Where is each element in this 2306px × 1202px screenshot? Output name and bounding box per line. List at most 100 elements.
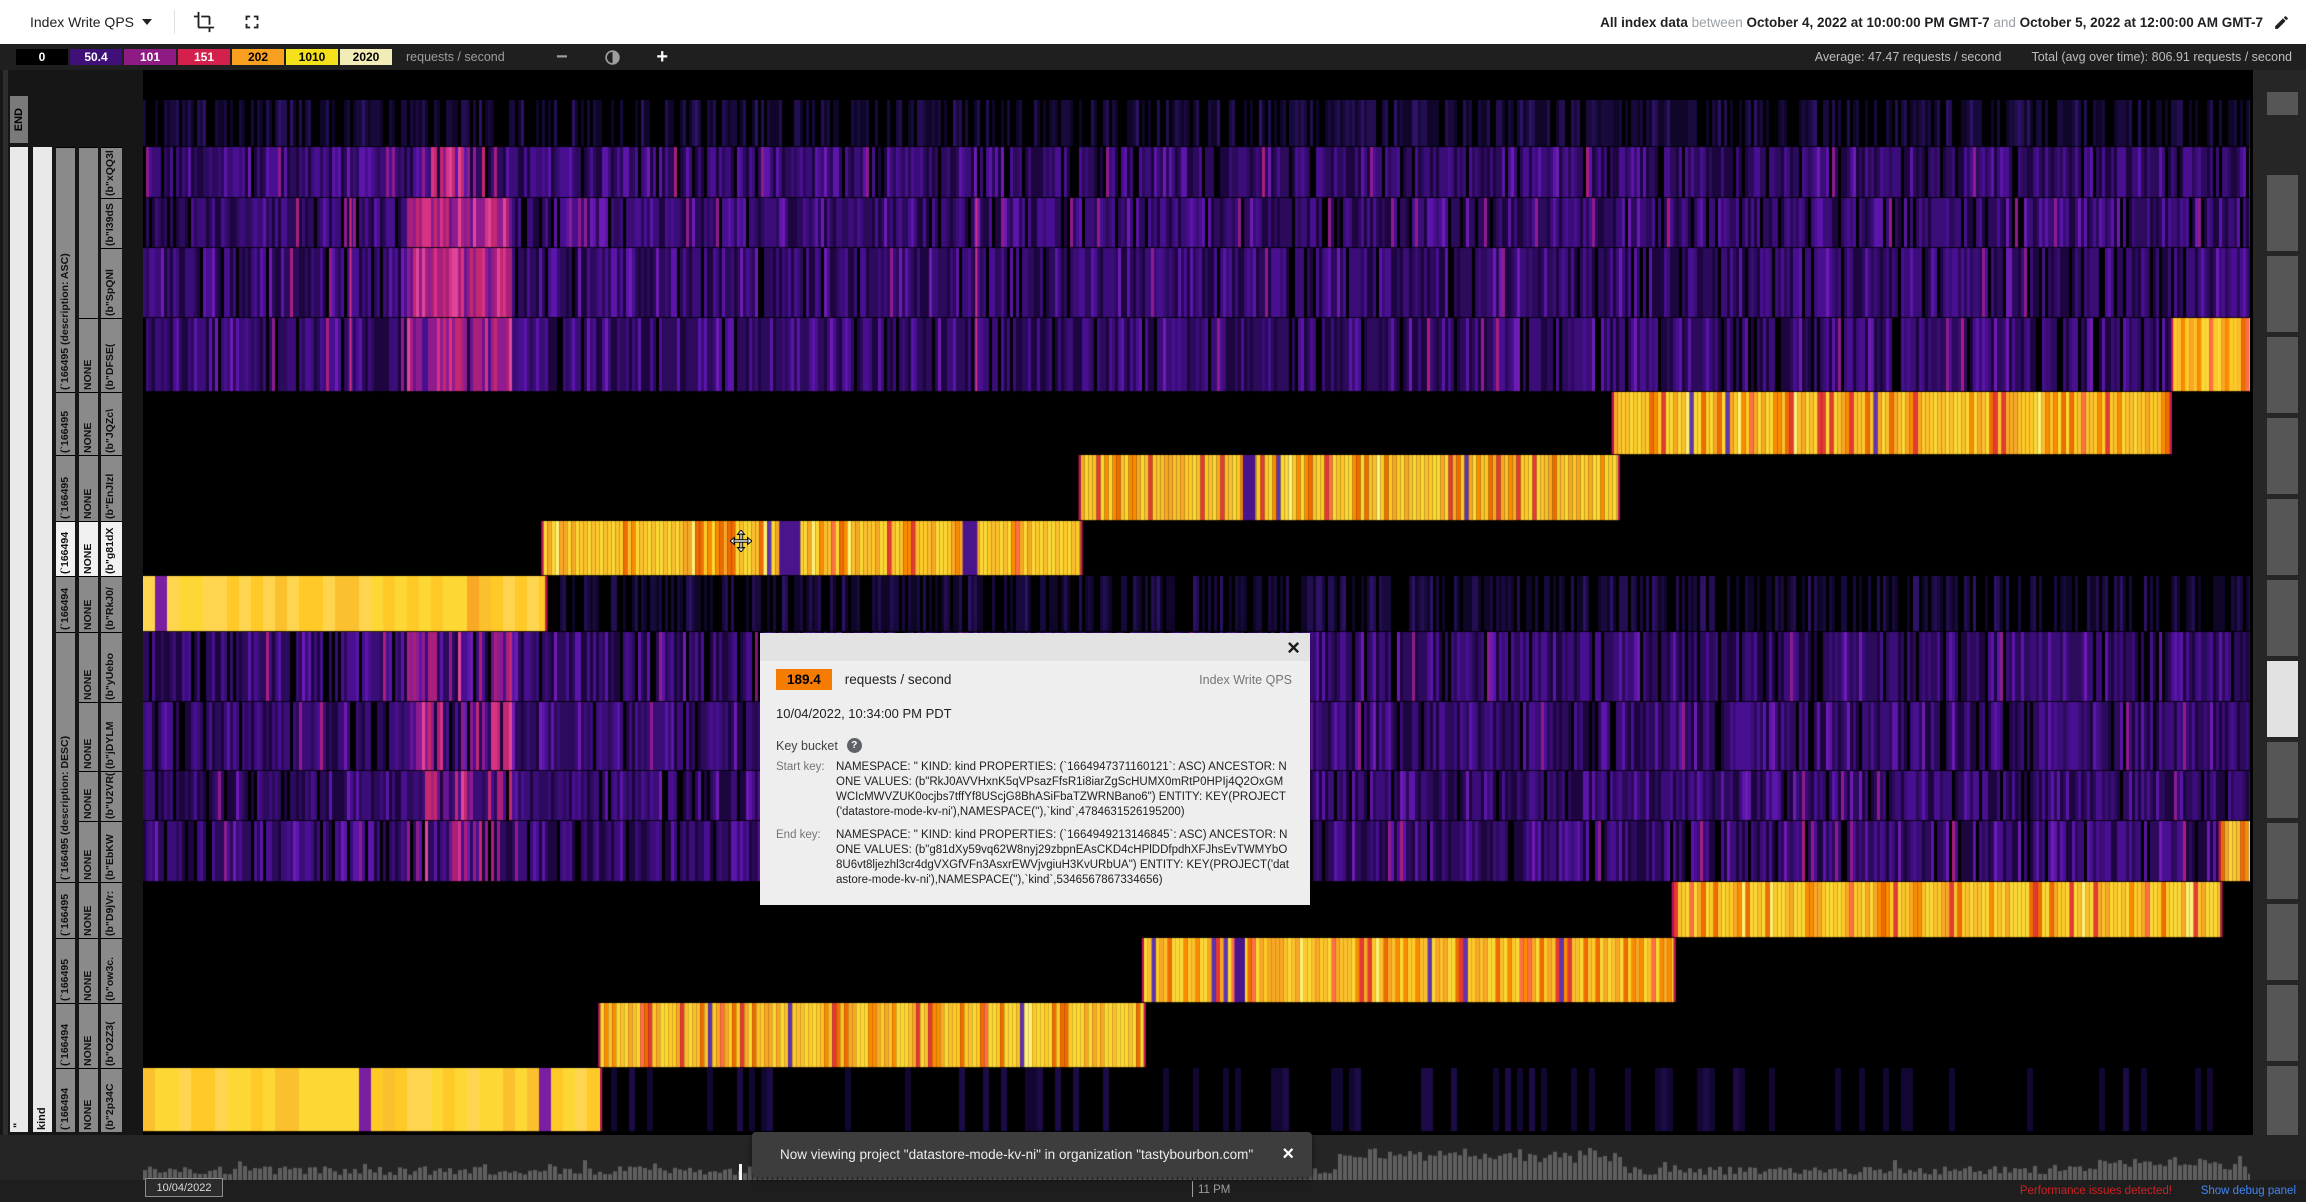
namespace-segment-1[interactable]: NONE [79, 318, 98, 392]
bucket-row-9-label: (b"jDYLM [101, 703, 122, 771]
index-segment-7[interactable]: (`166495 [56, 938, 75, 1003]
namespace-segment-8[interactable]: NONE [79, 771, 98, 821]
bucket-row-12[interactable]: (b"D9jVr: [101, 882, 122, 938]
bucket-row-2[interactable]: (b"SpQNl [101, 248, 122, 318]
tooltip-header: × [760, 633, 1310, 661]
index-segment-9[interactable]: (`166494 [56, 1068, 75, 1132]
index-segment-2-label: (`166495 [56, 456, 75, 521]
index-segment-2[interactable]: (`166495 [56, 455, 75, 521]
legend-stop-50.4: 50.4 [70, 49, 122, 65]
bucket-row-3[interactable]: (b"DFSE( [101, 318, 122, 392]
metric-dropdown[interactable]: Index Write QPS [30, 14, 152, 30]
index-segment-8[interactable]: (`166494 [56, 1003, 75, 1068]
root-quote-label: " [12, 1100, 26, 1128]
bucket-row-1-label: (b"I39dS [101, 199, 122, 248]
bucket-row-14[interactable]: (b"O2Z3( [101, 1003, 122, 1068]
bucket-row-6[interactable]: (b"g81dX [101, 521, 122, 576]
bucket-row-15[interactable]: (b"2p34C [101, 1068, 122, 1132]
namespace-segment-12[interactable]: NONE [79, 1003, 98, 1068]
key-visualizer-app: Index Write QPS All index data between O… [0, 0, 2306, 1202]
namespace-segment-9-label: NONE [79, 822, 98, 882]
namespace-segment-3[interactable]: NONE [79, 455, 98, 521]
namespace-segment-13[interactable]: NONE [79, 1068, 98, 1132]
metric-dropdown-label: Index Write QPS [30, 14, 134, 30]
minimap-block-5[interactable] [2267, 580, 2298, 656]
namespace-segment-7[interactable]: NONE [79, 702, 98, 771]
range-between: between [1692, 15, 1743, 30]
key-label-gutter: END " kind (`166495 (description: ASC)(`… [0, 70, 143, 1135]
time-range-text: All index data between October 4, 2022 a… [1600, 15, 2263, 30]
namespace-segment-12-label: NONE [79, 1004, 98, 1068]
bucket-row-1[interactable]: (b"I39dS [101, 198, 122, 248]
bucket-row-5[interactable]: (b"EnJIzl [101, 455, 122, 521]
bucket-row-15-label: (b"2p34C [101, 1069, 122, 1132]
namespace-segment-10[interactable]: NONE [79, 882, 98, 938]
show-debug-panel-link[interactable]: Show debug panel [2201, 1185, 2296, 1197]
tooltip-body: 189.4 requests / second Index Write QPS … [760, 661, 1310, 888]
bucket-row-10-label: (b"U2VR( [101, 772, 122, 821]
legend-controls: − + [556, 44, 668, 70]
index-segment-0-label: (`166495 (description: ASC) [56, 148, 75, 392]
namespace-segment-0[interactable] [79, 147, 98, 318]
minimap-block-0[interactable] [2267, 175, 2298, 251]
index-segment-1[interactable]: (`166495 [56, 392, 75, 455]
namespace-segment-4[interactable]: NONE [79, 521, 98, 576]
key-column-kind[interactable] [33, 147, 52, 1132]
minimap-block-1[interactable] [2267, 256, 2298, 332]
bucket-row-13[interactable]: (b"ow3c. [101, 938, 122, 1003]
bucket-row-4[interactable]: (b"JQZc\ [101, 392, 122, 455]
tooltip-metric-name: Index Write QPS [1199, 673, 1292, 687]
timeline-date-label: 10/04/2022 [145, 1178, 223, 1197]
namespace-segment-5[interactable]: NONE [79, 576, 98, 632]
minimap-block-8[interactable] [2267, 823, 2298, 899]
index-segment-0[interactable]: (`166495 (description: ASC) [56, 147, 75, 392]
chevron-down-icon [142, 19, 152, 25]
minimap-block-11[interactable] [2267, 1066, 2298, 1142]
index-segment-3[interactable]: (`166494 [56, 521, 75, 576]
bucket-row-0[interactable]: (b"xQQ3l [101, 147, 122, 198]
legend-stop-0: 0 [16, 49, 68, 65]
crop-icon[interactable] [193, 11, 215, 33]
left-scroll-rail[interactable] [3, 70, 8, 1135]
namespace-segment-9[interactable]: NONE [79, 821, 98, 882]
bucket-row-9[interactable]: (b"jDYLM [101, 702, 122, 771]
namespace-segment-11[interactable]: NONE [79, 938, 98, 1003]
index-segment-4[interactable]: (`166494 [56, 576, 75, 632]
value-badge: 189.4 [776, 669, 832, 690]
legend-stop-1010: 1010 [286, 49, 338, 65]
minimap-block-top[interactable] [2267, 92, 2298, 115]
edit-pencil-icon[interactable] [2273, 14, 2290, 31]
index-segment-6-label: (`166495 [56, 883, 75, 938]
snackbar-close-icon[interactable]: × [1282, 1143, 1294, 1166]
bucket-row-7[interactable]: (b"RkJ0/ [101, 576, 122, 632]
bucket-row-8[interactable]: (b"yUebo [101, 632, 122, 702]
hour-tick-label: 11 PM [1198, 1184, 1230, 1196]
index-segment-6[interactable]: (`166495 [56, 882, 75, 938]
bucket-row-10[interactable]: (b"U2VR( [101, 771, 122, 821]
bucket-row-5-label: (b"EnJIzl [101, 456, 122, 521]
minimap-block-6[interactable] [2267, 661, 2298, 737]
minimap-block-7[interactable] [2267, 742, 2298, 818]
namespace-segment-1-label: NONE [79, 319, 98, 392]
bucket-row-8-label: (b"yUebo [101, 633, 122, 702]
minimap-block-3[interactable] [2267, 418, 2298, 494]
bucket-row-11[interactable]: (b"EbKW [101, 821, 122, 882]
bucket-row-14-label: (b"O2Z3( [101, 1004, 122, 1068]
heatmap-canvas[interactable] [143, 100, 2250, 1132]
contrast-icon[interactable] [604, 49, 621, 66]
key-column-root[interactable] [10, 147, 28, 1132]
zoom-out-button[interactable]: − [556, 47, 568, 67]
fullscreen-icon[interactable] [241, 11, 263, 33]
timeline-scrubber[interactable] [739, 1164, 742, 1180]
minimap-block-10[interactable] [2267, 985, 2298, 1061]
namespace-segment-2[interactable]: NONE [79, 392, 98, 455]
minimap-block-4[interactable] [2267, 499, 2298, 575]
index-segment-5[interactable]: (`166495 (description: DESC) [56, 632, 75, 882]
minimap-block-9[interactable] [2267, 904, 2298, 980]
help-icon[interactable]: ? [847, 738, 862, 753]
minimap-block-2[interactable] [2267, 337, 2298, 413]
tooltip-close-icon[interactable]: × [1287, 635, 1300, 661]
namespace-segment-6[interactable]: NONE [79, 632, 98, 702]
zoom-in-button[interactable]: + [656, 47, 668, 67]
bucket-row-13-label: (b"ow3c. [101, 939, 122, 1003]
